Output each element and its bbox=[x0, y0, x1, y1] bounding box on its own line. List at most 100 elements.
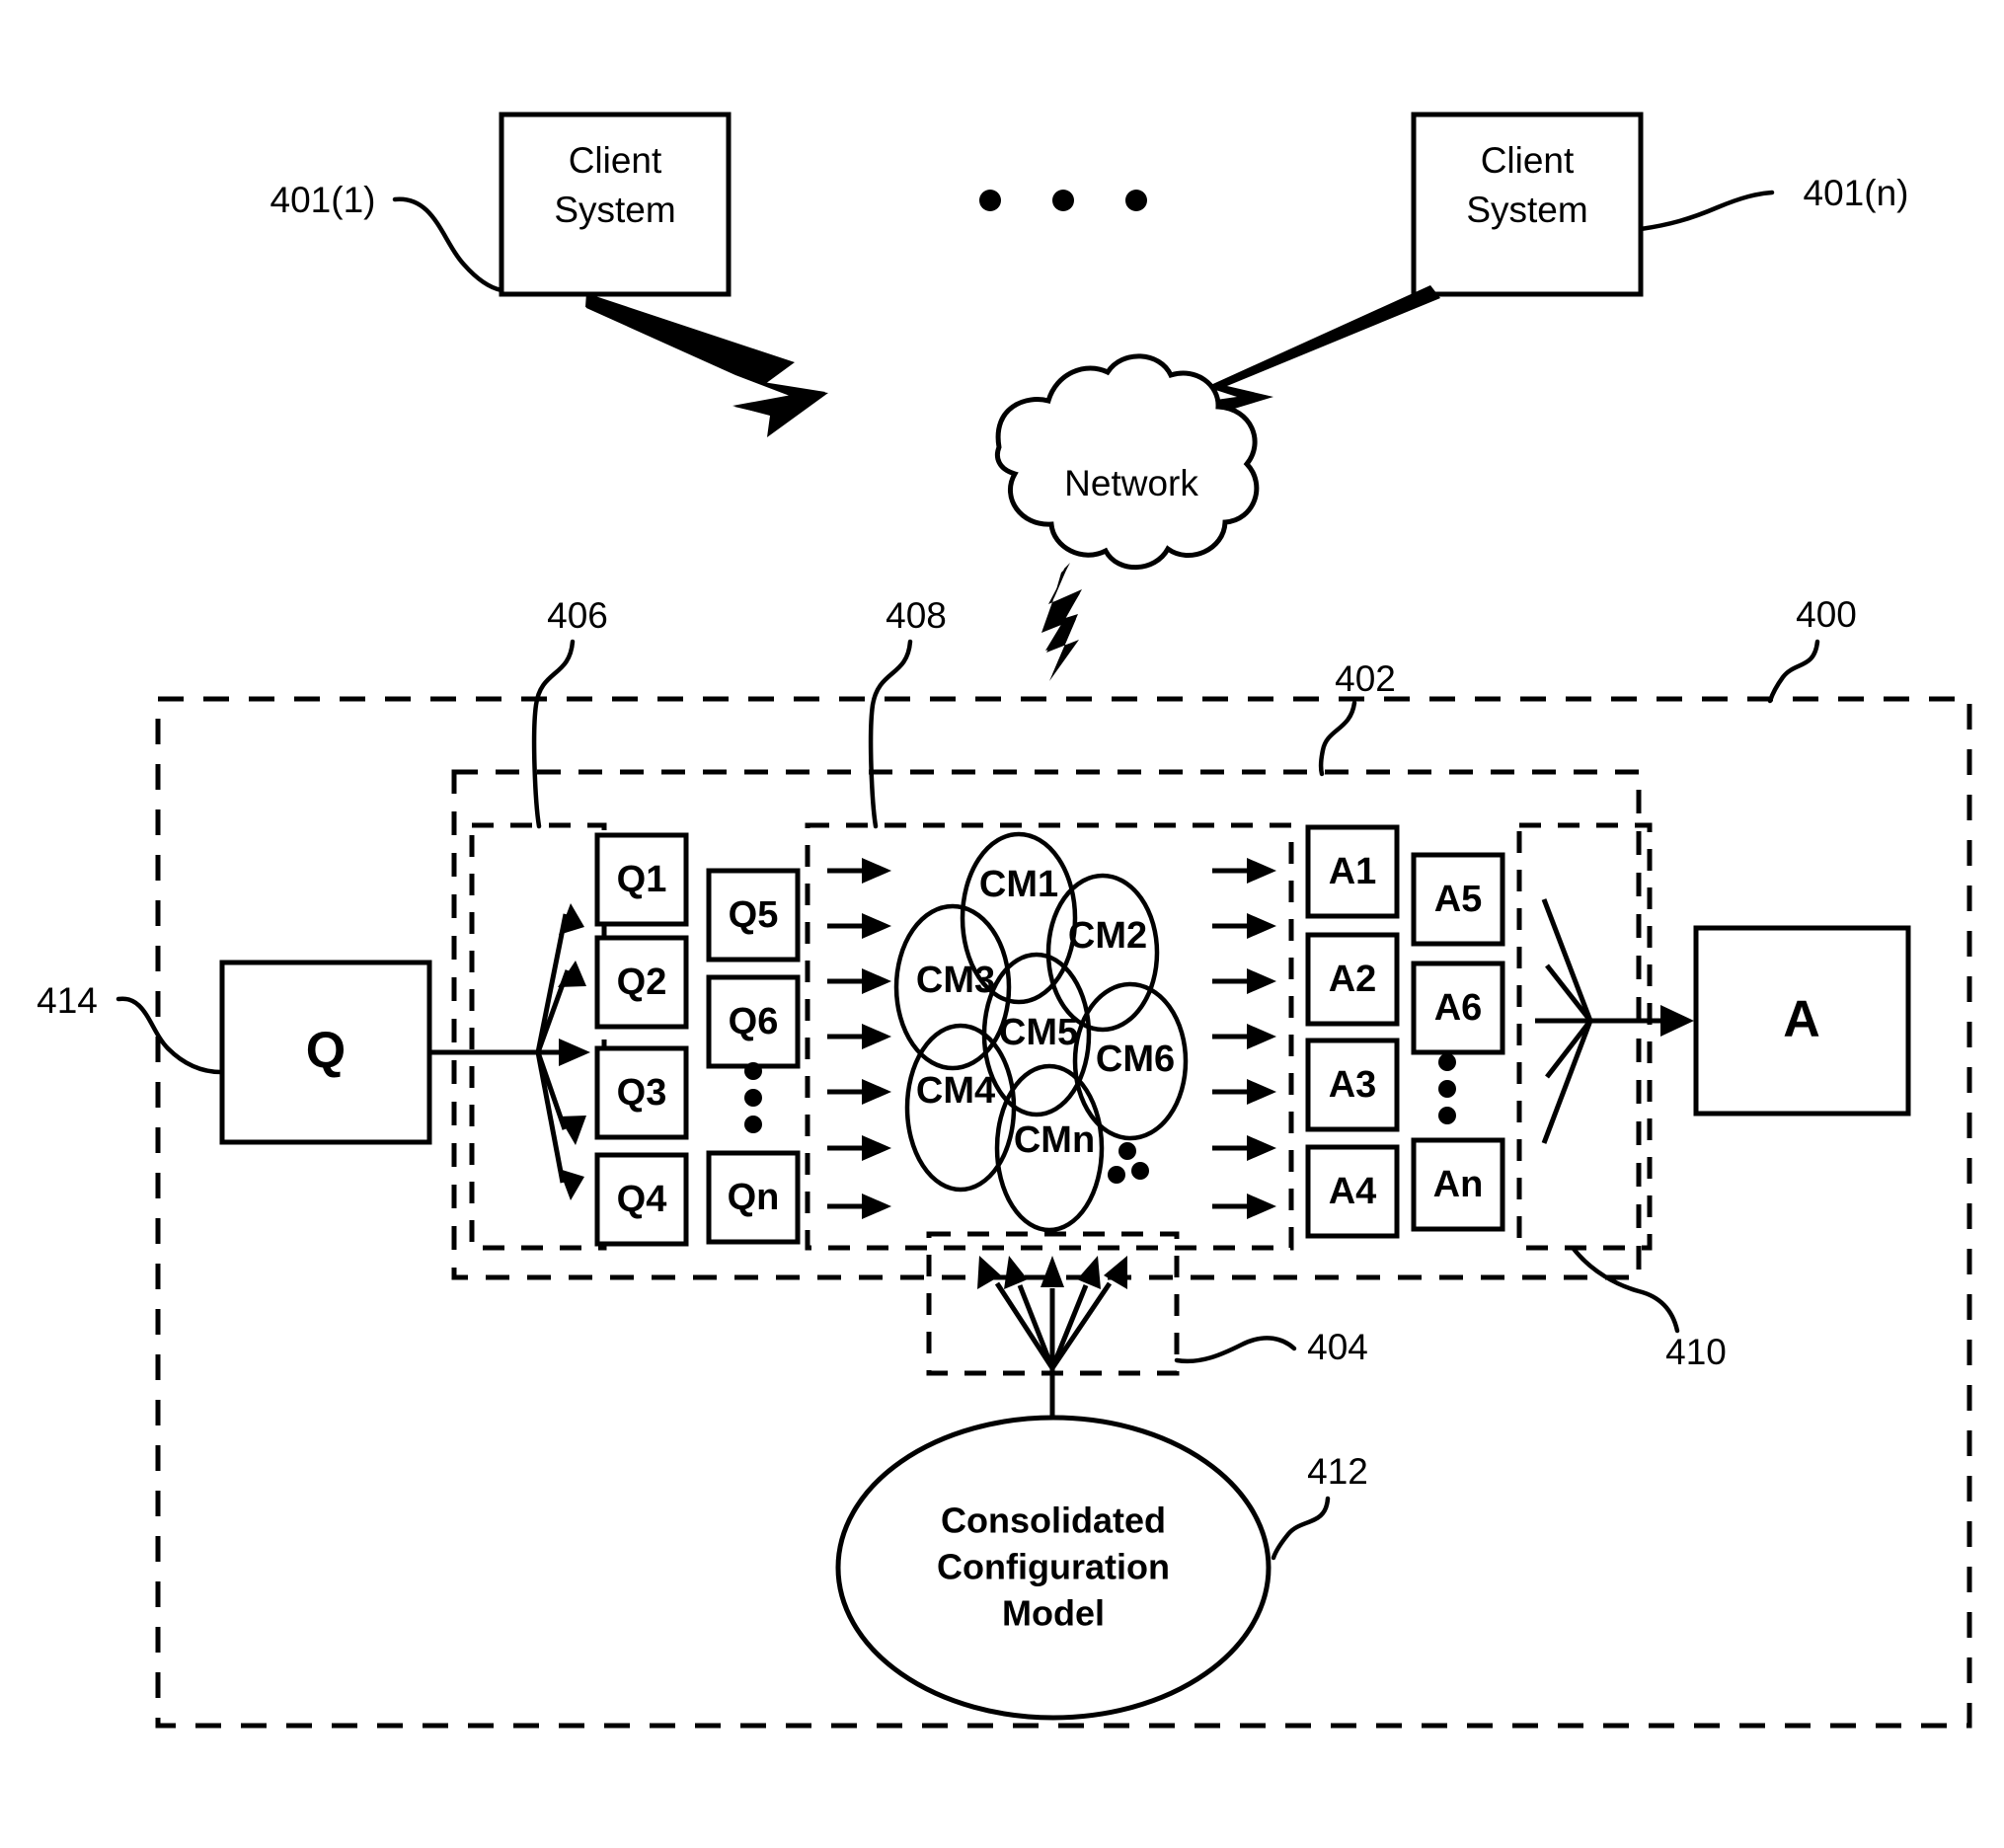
answer-ellipsis-dot-1 bbox=[1438, 1053, 1456, 1071]
ref-401-n-leader bbox=[1638, 190, 1775, 232]
query-box-q6-label: Q6 bbox=[729, 1001, 779, 1042]
answer-box-a4-label: A4 bbox=[1329, 1171, 1377, 1212]
query-fanout-head-2 bbox=[558, 961, 586, 987]
config-model-ellipsis-dot-1 bbox=[1118, 1142, 1136, 1160]
answer-fanin-line-1 bbox=[1541, 898, 1593, 1022]
query-box-qn-label: Qn bbox=[728, 1177, 780, 1218]
ref-400-callout: 400 bbox=[1767, 594, 1857, 704]
client-system-right: Client System bbox=[1411, 112, 1644, 297]
client-system-right-label-line2: System bbox=[1466, 190, 1587, 230]
ccm-label-line2: Configuration bbox=[937, 1547, 1170, 1587]
answer-ellipsis-dot-3 bbox=[1438, 1107, 1456, 1124]
query-fanout-head-5 bbox=[559, 1169, 584, 1200]
model-output-arrow-7 bbox=[1212, 1194, 1276, 1219]
answer-box-a6-label: A6 bbox=[1434, 987, 1483, 1029]
ref-412-label: 412 bbox=[1307, 1451, 1368, 1492]
model-output-arrow-2 bbox=[1212, 913, 1276, 939]
config-bus-arrows bbox=[977, 1256, 1127, 1420]
ref-414-label: 414 bbox=[37, 980, 98, 1021]
model-output-arrow-4 bbox=[1212, 1024, 1276, 1049]
clients-ellipsis-dot-1 bbox=[979, 190, 1001, 211]
query-input-label: Q bbox=[306, 1023, 346, 1080]
model-input-arrow-5 bbox=[827, 1079, 891, 1105]
ref-401-n-label: 401(n) bbox=[1804, 173, 1909, 213]
model-output-arrow-6 bbox=[1212, 1135, 1276, 1161]
query-ellipsis-dot-1 bbox=[744, 1062, 762, 1080]
ref-402-leader bbox=[1318, 700, 1357, 777]
answer-box-a1-label: A1 bbox=[1329, 851, 1377, 892]
clients-ellipsis-dot-2 bbox=[1052, 190, 1074, 211]
patent-figure-400: Client System 401(1) Client System 401(n… bbox=[0, 0, 2004, 1848]
query-box-q1-label: Q1 bbox=[617, 859, 667, 900]
answer-column-a: A1 A2 A3 A4 bbox=[1305, 824, 1400, 1239]
config-model-cm6-label: CM6 bbox=[1096, 1039, 1175, 1080]
config-model-cmn-label: CMn bbox=[1014, 1119, 1095, 1161]
answer-box-a2-label: A2 bbox=[1329, 959, 1377, 1000]
model-output-arrow-1 bbox=[1212, 858, 1276, 884]
query-box-q5-label: Q5 bbox=[729, 894, 779, 936]
config-model-cm4-label: CM4 bbox=[916, 1070, 995, 1112]
model-input-arrow-4 bbox=[827, 1024, 891, 1049]
clients-ellipsis bbox=[979, 190, 1147, 211]
ref-402-label: 402 bbox=[1335, 658, 1396, 699]
lightning-bolt-down bbox=[1041, 563, 1082, 681]
config-bus-arrow-head-l2 bbox=[1004, 1256, 1028, 1289]
query-splitter-406 bbox=[469, 822, 607, 1251]
ref-400-label: 400 bbox=[1796, 594, 1857, 635]
answer-fanin-line-2 bbox=[1545, 963, 1592, 1023]
query-fanout-head-3 bbox=[559, 1039, 590, 1066]
answer-fanin-line-4 bbox=[1545, 1019, 1592, 1079]
ref-406-label: 406 bbox=[547, 595, 608, 636]
config-model-ellipsis-dot-2 bbox=[1131, 1162, 1149, 1180]
answer-output-block: A bbox=[1693, 925, 1911, 1116]
configuration-model-cluster: CM1 CM2 CM3 CM4 CM5 CM6 CMn bbox=[893, 831, 1189, 1233]
ref-410-label: 410 bbox=[1665, 1332, 1727, 1372]
answer-fanin-line-5 bbox=[1541, 1020, 1593, 1144]
config-model-cm1-label: CM1 bbox=[979, 864, 1058, 905]
config-bus-arrow-head-c bbox=[1041, 1256, 1064, 1287]
ref-400-leader bbox=[1767, 639, 1820, 704]
model-bank-output-arrows bbox=[1212, 858, 1276, 1219]
query-ellipsis-dot-3 bbox=[744, 1116, 762, 1133]
answer-column-b: A5 A6 An bbox=[1411, 852, 1505, 1232]
ref-408-label: 408 bbox=[886, 595, 947, 636]
ref-404-callout: 404 bbox=[1174, 1327, 1368, 1367]
ref-404-label: 404 bbox=[1307, 1327, 1368, 1367]
answer-fanin-arrowhead bbox=[1660, 1005, 1694, 1037]
ref-406-callout: 406 bbox=[531, 595, 608, 829]
client-right-ref-callout: 401(n) bbox=[1638, 173, 1909, 232]
config-model-cm5-label: CM5 bbox=[999, 1012, 1078, 1053]
network-label: Network bbox=[1064, 463, 1198, 503]
client-system-left-label-line1: Client bbox=[569, 140, 662, 181]
lightning-bolt-left bbox=[585, 293, 828, 437]
ref-404-leader bbox=[1174, 1336, 1297, 1364]
answer-box-a5-label: A5 bbox=[1434, 879, 1483, 920]
answer-box-an-label: An bbox=[1433, 1164, 1484, 1205]
model-bank-input-arrows bbox=[827, 858, 891, 1219]
ref-406-leader bbox=[531, 639, 576, 829]
query-column-a: Q1 Q2 Q3 Q4 bbox=[594, 832, 689, 1247]
model-input-arrow-2 bbox=[827, 913, 891, 939]
query-column-b: Q5 Q6 Qn bbox=[706, 868, 801, 1245]
model-input-arrow-7 bbox=[827, 1194, 891, 1219]
ref-402-callout: 402 bbox=[1318, 658, 1396, 777]
answer-fanin-lines bbox=[1535, 898, 1694, 1144]
client-system-right-label-line1: Client bbox=[1481, 140, 1575, 181]
config-model-ellipsis-dot-3 bbox=[1108, 1166, 1125, 1184]
answer-box-a3-label: A3 bbox=[1329, 1064, 1377, 1106]
ref-401-1-leader bbox=[392, 196, 504, 293]
ref-414-leader bbox=[116, 996, 224, 1075]
ref-410-leader bbox=[1571, 1246, 1680, 1334]
ref-412-leader bbox=[1271, 1496, 1331, 1561]
config-model-cm2-label: CM2 bbox=[1068, 915, 1147, 957]
config-bus-arrow-head-r1 bbox=[1077, 1256, 1101, 1289]
ref-408-leader bbox=[868, 639, 913, 829]
answer-ellipsis-dot-2 bbox=[1438, 1080, 1456, 1098]
config-model-cm3-label: CM3 bbox=[916, 960, 995, 1001]
query-ellipsis-dot-2 bbox=[744, 1089, 762, 1107]
query-box-q3-label: Q3 bbox=[617, 1072, 667, 1114]
model-input-arrow-3 bbox=[827, 968, 891, 994]
query-input-block: Q bbox=[219, 960, 432, 1145]
query-fanout-head-4 bbox=[559, 1116, 586, 1145]
ref-408-callout: 408 bbox=[868, 595, 947, 829]
